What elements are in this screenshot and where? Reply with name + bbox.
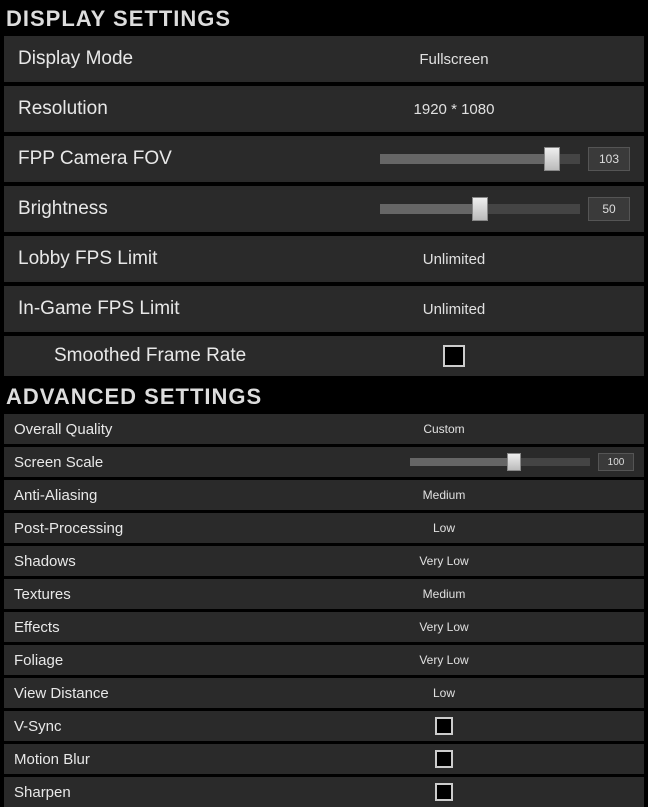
sharpen-row[interactable]: Sharpen: [4, 777, 644, 807]
view-distance-row[interactable]: View Distance Low: [4, 678, 644, 708]
overall-quality-value: Custom: [423, 422, 464, 436]
fov-slider-fill: [380, 154, 552, 164]
foliage-value: Very Low: [419, 653, 468, 667]
screen-scale-slider-fill: [410, 458, 514, 466]
anti-aliasing-row[interactable]: Anti-Aliasing Medium: [4, 480, 644, 510]
lobby-fps-row[interactable]: Lobby FPS Limit Unlimited: [4, 236, 644, 282]
textures-row[interactable]: Textures Medium: [4, 579, 644, 609]
display-mode-row[interactable]: Display Mode Fullscreen: [4, 36, 644, 82]
fov-slider-thumb[interactable]: [544, 147, 560, 171]
ingame-fps-label: In-Game FPS Limit: [18, 298, 278, 320]
anti-aliasing-value: Medium: [423, 488, 466, 502]
screen-scale-value-box[interactable]: 100: [598, 453, 634, 471]
screen-scale-row: Screen Scale 100: [4, 447, 644, 477]
fov-slider[interactable]: [380, 154, 580, 164]
brightness-slider-fill: [380, 204, 480, 214]
lobby-fps-value: Unlimited: [423, 251, 486, 268]
screen-scale-slider[interactable]: [410, 458, 590, 466]
sharpen-checkbox[interactable]: [435, 783, 453, 801]
overall-quality-row[interactable]: Overall Quality Custom: [4, 414, 644, 444]
shadows-label: Shadows: [14, 553, 254, 570]
view-distance-label: View Distance: [14, 685, 254, 702]
motion-blur-label: Motion Blur: [14, 751, 254, 768]
effects-value: Very Low: [419, 620, 468, 634]
motion-blur-checkbox[interactable]: [435, 750, 453, 768]
shadows-value: Very Low: [419, 554, 468, 568]
foliage-label: Foliage: [14, 652, 254, 669]
resolution-row[interactable]: Resolution 1920 * 1080: [4, 86, 644, 132]
sharpen-label: Sharpen: [14, 784, 254, 801]
brightness-row: Brightness 50: [4, 186, 644, 232]
brightness-slider-thumb[interactable]: [472, 197, 488, 221]
vsync-label: V-Sync: [14, 718, 254, 735]
brightness-value-box[interactable]: 50: [588, 197, 630, 221]
display-mode-label: Display Mode: [18, 48, 278, 70]
fov-row: FPP Camera FOV 103: [4, 136, 644, 182]
post-processing-value: Low: [433, 521, 455, 535]
ingame-fps-value: Unlimited: [423, 301, 486, 318]
overall-quality-label: Overall Quality: [14, 421, 254, 438]
anti-aliasing-label: Anti-Aliasing: [14, 487, 254, 504]
textures-label: Textures: [14, 586, 254, 603]
ingame-fps-row[interactable]: In-Game FPS Limit Unlimited: [4, 286, 644, 332]
smoothed-frame-rate-checkbox[interactable]: [443, 345, 465, 367]
brightness-slider[interactable]: [380, 204, 580, 214]
vsync-row[interactable]: V-Sync: [4, 711, 644, 741]
vsync-checkbox[interactable]: [435, 717, 453, 735]
effects-label: Effects: [14, 619, 254, 636]
lobby-fps-label: Lobby FPS Limit: [18, 248, 278, 270]
fov-label: FPP Camera FOV: [18, 148, 278, 170]
screen-scale-slider-thumb[interactable]: [507, 453, 521, 471]
view-distance-value: Low: [433, 686, 455, 700]
post-processing-row[interactable]: Post-Processing Low: [4, 513, 644, 543]
textures-value: Medium: [423, 587, 466, 601]
resolution-label: Resolution: [18, 98, 278, 120]
effects-row[interactable]: Effects Very Low: [4, 612, 644, 642]
brightness-label: Brightness: [18, 198, 278, 220]
advanced-settings-header: ADVANCED SETTINGS: [4, 382, 644, 414]
post-processing-label: Post-Processing: [14, 520, 254, 537]
screen-scale-label: Screen Scale: [14, 454, 254, 471]
shadows-row[interactable]: Shadows Very Low: [4, 546, 644, 576]
smoothed-frame-rate-row[interactable]: Smoothed Frame Rate: [4, 336, 644, 376]
smoothed-frame-rate-label: Smoothed Frame Rate: [18, 345, 278, 367]
resolution-value: 1920 * 1080: [414, 101, 495, 118]
fov-value-box[interactable]: 103: [588, 147, 630, 171]
display-mode-value: Fullscreen: [419, 51, 488, 68]
foliage-row[interactable]: Foliage Very Low: [4, 645, 644, 675]
display-settings-header: DISPLAY SETTINGS: [4, 4, 644, 36]
motion-blur-row[interactable]: Motion Blur: [4, 744, 644, 774]
